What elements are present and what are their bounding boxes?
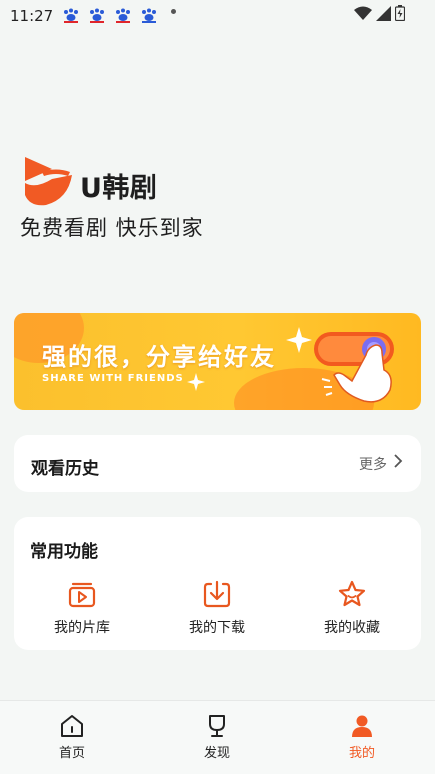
signal-icon	[376, 5, 391, 21]
my-library-button[interactable]: 我的片库	[32, 579, 132, 637]
star-icon	[338, 580, 366, 607]
my-downloads-label: 我的下载	[189, 620, 245, 636]
status-bar: 11:27	[0, 0, 435, 30]
tab-mine-label: 我的	[348, 746, 375, 761]
wifi-icon	[354, 6, 372, 20]
notification-icons	[62, 8, 158, 23]
banner-subtitle: SHARE WITH FRIENDS	[42, 373, 184, 384]
more-link[interactable]: 更多	[359, 454, 387, 474]
system-icons	[354, 5, 405, 21]
share-banner[interactable]: 强的很，分享给好友 SHARE WITH FRIENDS	[14, 313, 421, 410]
paw-notification-icon	[90, 8, 104, 23]
more-notifications-dot	[171, 9, 176, 14]
watch-history-card[interactable]: 观看历史 更多	[14, 435, 421, 492]
library-icon	[68, 582, 96, 608]
banner-title: 强的很，分享给好友	[42, 343, 276, 371]
tab-discover[interactable]: 发现	[177, 713, 257, 761]
my-favorites-label: 我的收藏	[324, 620, 380, 636]
paw-notification-icon	[116, 8, 130, 23]
app-slogan: 免费看剧 快乐到家	[20, 216, 204, 240]
share-hand-illustration-icon	[286, 327, 394, 403]
app-logo-icon	[25, 157, 72, 206]
tab-home-label: 首页	[58, 746, 85, 761]
user-icon	[352, 715, 372, 737]
chevron-right-icon[interactable]	[393, 453, 403, 469]
status-time: 11:27	[10, 7, 54, 25]
my-favorites-button[interactable]: 我的收藏	[302, 579, 402, 637]
trophy-icon	[209, 715, 225, 737]
download-icon	[203, 580, 231, 608]
app-name: U韩剧	[80, 173, 158, 204]
paw-notification-icon	[142, 8, 156, 23]
bottom-navigation: 首页 发现 我的	[0, 700, 435, 774]
my-library-label: 我的片库	[54, 620, 110, 636]
common-functions-card: 常用功能 我的片库 我的下载 我的收藏	[14, 517, 421, 650]
watch-history-title: 观看历史	[31, 459, 99, 479]
common-functions-title: 常用功能	[30, 542, 98, 562]
battery-icon	[395, 5, 405, 21]
tab-mine[interactable]: 我的	[322, 713, 402, 761]
my-downloads-button[interactable]: 我的下载	[167, 579, 267, 637]
home-icon	[61, 715, 83, 737]
paw-notification-icon	[64, 8, 78, 23]
tab-discover-label: 发现	[203, 746, 230, 761]
tab-home[interactable]: 首页	[32, 713, 112, 761]
sparkle-icon	[187, 373, 205, 391]
